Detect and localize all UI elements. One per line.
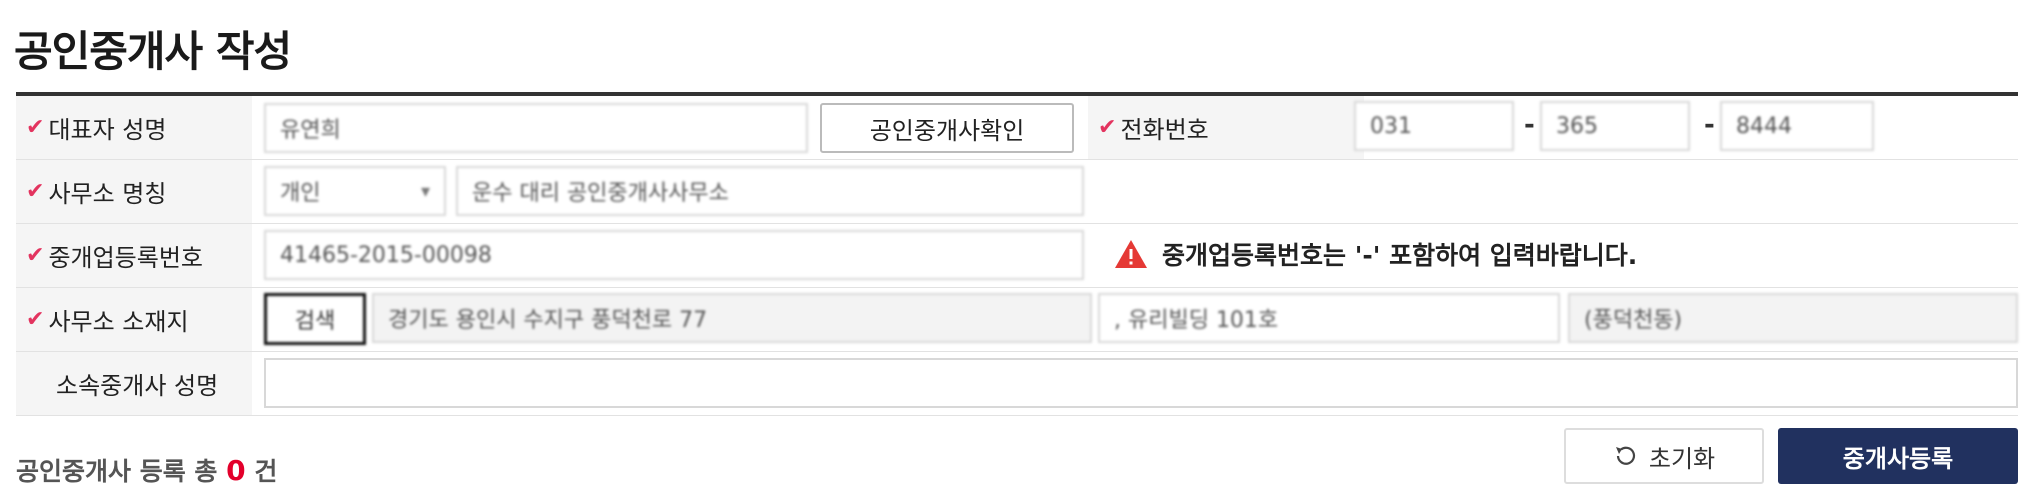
registration-warning: 중개업등록번호는 '-' 포함하여 입력바랍니다. [1114,236,1637,272]
address-input[interactable]: 경기도 용인시 수지구 풍덕천로 77 [372,293,1092,343]
broker-form: ✔ 대표자 성명 유연희 공인중개사확인 ✔ 전화번호 031 - 365 - … [16,92,2018,416]
register-broker-button[interactable]: 중개사등록 [1778,428,2018,484]
office-name-input[interactable]: 운수 대리 공인중개사사무소 [456,166,1084,216]
phone-separator: - [1524,110,1535,140]
row-location: ✔ 사무소 소재지 검색 경기도 용인시 수지구 풍덕천로 77 , 유리빌딩 … [16,288,2018,352]
row-office-name: ✔ 사무소 명칭 개인 ▾ 운수 대리 공인중개사사무소 [16,160,2018,224]
phone-label-cell: ✔ 전화번호 [1088,96,1364,159]
count-value: 0 [226,454,246,487]
reset-button[interactable]: 초기화 [1564,428,1764,484]
registration-label: 중개업등록번호 [48,244,203,272]
address-detail-input[interactable]: , 유리빌딩 101호 [1098,293,1560,343]
label-cell: ✔ 사무소 명칭 [16,160,252,223]
phone-separator: - [1704,110,1715,140]
check-icon: ✔ [26,243,45,268]
check-icon: ✔ [1098,115,1117,140]
label-cell: 소속중개사 성명 [16,352,252,415]
check-icon: ✔ [26,115,45,140]
office-type-value: 개인 [280,181,321,206]
count-suffix: 건 [254,457,278,486]
representative-label: 대표자 성명 [48,116,167,144]
warning-icon [1114,239,1148,269]
chevron-down-icon: ▾ [420,180,430,202]
verify-broker-button[interactable]: 공인중개사확인 [820,103,1074,153]
location-label: 사무소 소재지 [48,308,189,336]
row-agent: 소속중개사 성명 [16,352,2018,416]
check-icon: ✔ [26,179,45,204]
office-name-label: 사무소 명칭 [48,180,167,208]
registration-number-input[interactable]: 41465-2015-00098 [264,230,1084,280]
page-title: 공인중개사 작성 [14,27,292,76]
agent-label: 소속중개사 성명 [56,372,219,400]
office-type-select[interactable]: 개인 ▾ [264,166,446,216]
check-icon: ✔ [26,307,45,332]
phone-part-3-input[interactable]: 8444 [1720,101,1874,151]
reset-label: 초기화 [1648,444,1716,473]
address-search-button[interactable]: 검색 [264,293,366,345]
phone-part-1-input[interactable]: 031 [1354,101,1514,151]
phone-label: 전화번호 [1120,116,1209,144]
label-cell: ✔ 사무소 소재지 [16,288,252,351]
row-registration: ✔ 중개업등록번호 41465-2015-00098 중개업등록번호는 '-' … [16,224,2018,288]
count-prefix: 공인중개사 등록 총 [16,457,218,486]
representative-name-input[interactable]: 유연희 [264,103,808,153]
warning-text: 중개업등록번호는 '-' 포함하여 입력바랍니다. [1162,241,1638,270]
broker-count: 공인중개사 등록 총 0 건 [16,452,277,488]
refresh-icon [1615,446,1635,465]
row-representative: ✔ 대표자 성명 유연희 공인중개사확인 ✔ 전화번호 031 - 365 - … [16,96,2018,160]
phone-part-2-input[interactable]: 365 [1540,101,1690,151]
label-cell: ✔ 대표자 성명 [16,96,252,159]
label-cell: ✔ 중개업등록번호 [16,224,252,287]
agent-name-input[interactable] [264,358,2018,408]
address-extra-input[interactable]: (풍덕천동) [1568,293,2018,343]
